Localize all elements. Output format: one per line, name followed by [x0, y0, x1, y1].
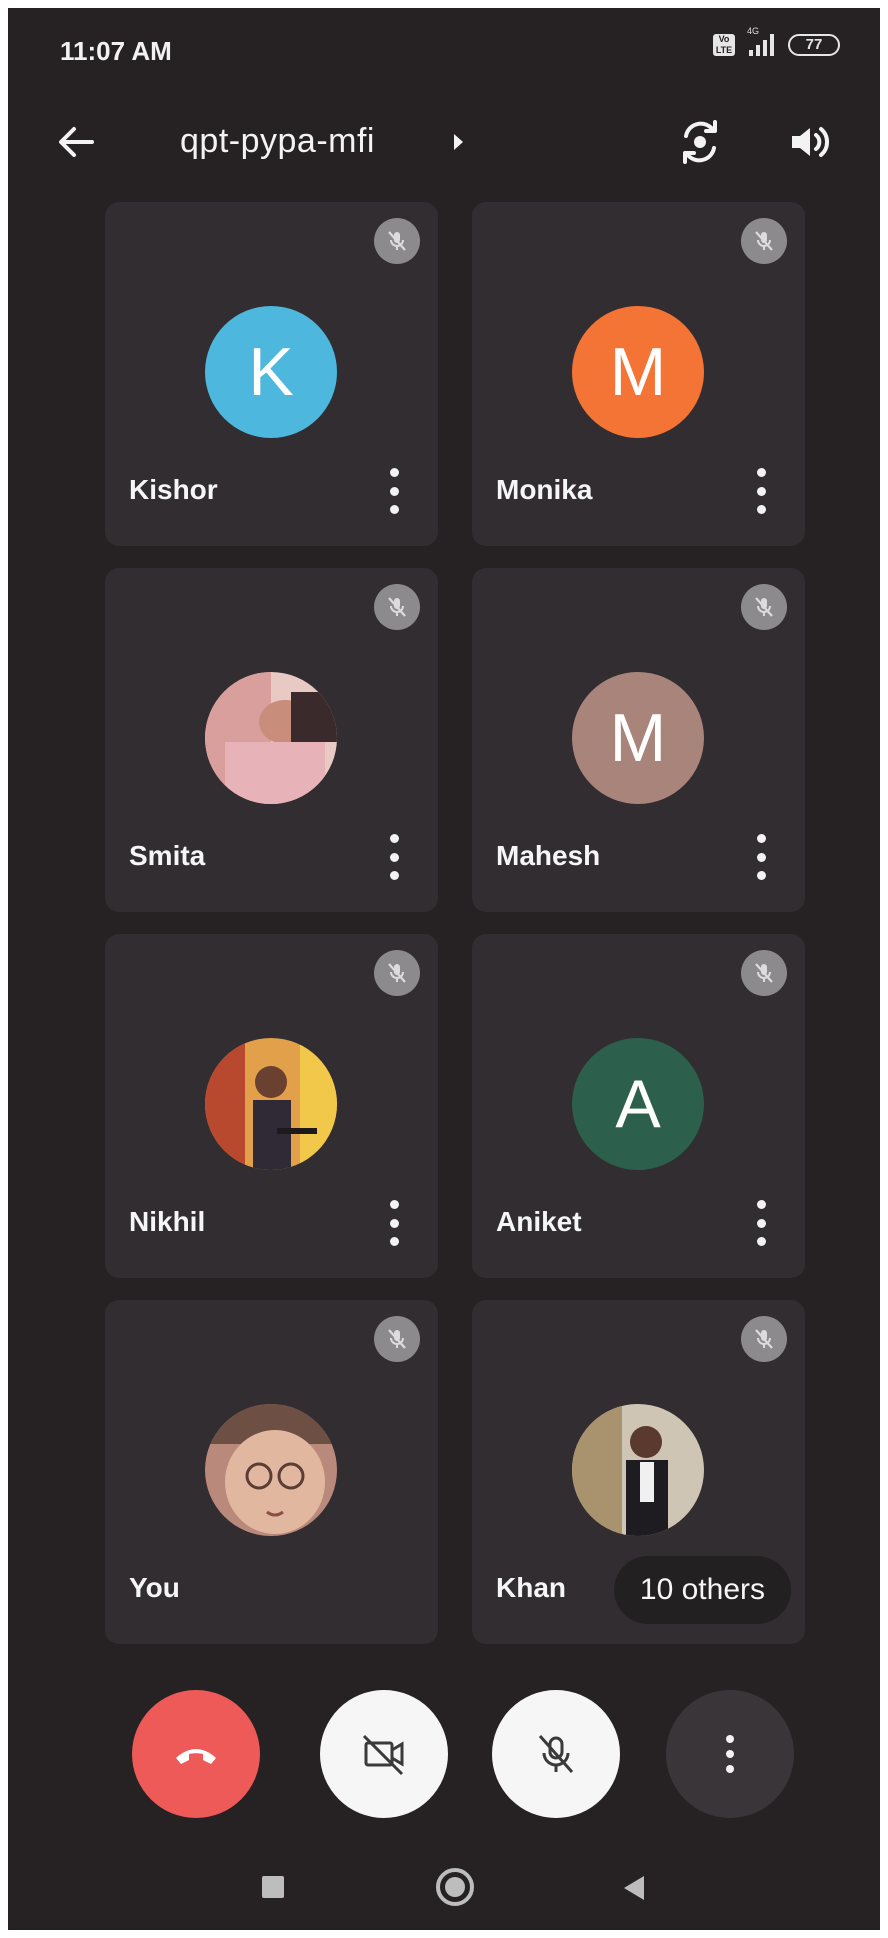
avatar-photo [572, 1404, 704, 1536]
system-back-icon[interactable] [624, 1876, 644, 1900]
back-arrow-icon[interactable] [52, 118, 100, 166]
participant-name: Monika [496, 474, 593, 505]
battery-icon: 77 [788, 34, 840, 56]
camera-toggle-button[interactable] [320, 1690, 448, 1818]
participant-tile[interactable]: M Mahesh [472, 568, 805, 912]
avatar-photo [205, 1038, 337, 1170]
participant-tile[interactable]: M Monika [472, 202, 805, 546]
participant-name: Smita [129, 840, 206, 871]
mic-off-icon [538, 1735, 574, 1773]
speaker-icon[interactable] [784, 116, 836, 168]
avatar: A [572, 1038, 704, 1170]
mic-off-icon [741, 950, 787, 996]
mic-off-icon [374, 584, 420, 630]
switch-camera-icon[interactable] [674, 116, 726, 168]
mic-off-icon [741, 218, 787, 264]
avatar-photo [205, 1404, 337, 1536]
system-nav-bar [8, 1854, 880, 1930]
mic-off-icon [741, 584, 787, 630]
call-header: qpt-pypa-mfi [8, 104, 880, 184]
more-options-button[interactable] [666, 1690, 794, 1818]
avatar-photo [205, 672, 337, 804]
mic-off-icon [741, 1316, 787, 1362]
camera-off-icon [362, 1734, 404, 1776]
participant-tile[interactable]: A Aniket [472, 934, 805, 1278]
participant-name: Mahesh [496, 840, 601, 871]
participant-name: Nikhil [129, 1206, 206, 1237]
status-bar: 11:07 AM Vo LTE 4G 77 [8, 8, 880, 108]
more-vert-icon[interactable] [755, 834, 767, 880]
volte-icon: Vo LTE [713, 34, 735, 56]
end-call-button[interactable] [132, 1690, 260, 1818]
more-vert-icon[interactable] [388, 1200, 400, 1246]
more-vert-icon[interactable] [388, 468, 400, 514]
participant-tile[interactable]: Smita [105, 568, 438, 912]
avatar: M [572, 672, 704, 804]
participant-name: Khan [496, 1572, 566, 1603]
more-vert-icon[interactable] [388, 834, 400, 880]
call-controls [8, 1690, 880, 1820]
more-vert-icon[interactable] [755, 1200, 767, 1246]
participant-tile[interactable]: K Kishor [105, 202, 438, 546]
participant-name: Aniket [496, 1206, 582, 1237]
participant-tile[interactable]: Nikhil [105, 934, 438, 1278]
mic-toggle-button[interactable] [492, 1690, 620, 1818]
participant-name: You [129, 1572, 180, 1603]
hang-up-icon [176, 1749, 216, 1764]
participant-name: Kishor [129, 474, 218, 505]
others-count-button[interactable]: 10 others [613, 1556, 791, 1624]
meeting-code[interactable]: qpt-pypa-mfi [180, 122, 375, 161]
avatar: M [572, 306, 704, 438]
more-vert-icon[interactable] [755, 468, 767, 514]
caret-right-icon[interactable] [454, 134, 463, 150]
avatar: K [205, 306, 337, 438]
status-time: 11:07 AM [60, 36, 172, 66]
participant-tile[interactable]: Khan 10 others [472, 1300, 805, 1644]
mic-off-icon [374, 1316, 420, 1362]
mic-off-icon [374, 950, 420, 996]
signal-icon: 4G [747, 26, 774, 56]
home-icon[interactable] [436, 1868, 474, 1906]
participant-tile-self[interactable]: You [105, 1300, 438, 1644]
recents-icon[interactable] [262, 1876, 284, 1898]
network-type: 4G [747, 26, 760, 36]
more-vert-icon [726, 1735, 734, 1773]
mic-off-icon [374, 218, 420, 264]
status-icons: Vo LTE 4G 77 [713, 26, 840, 56]
meet-screen: 11:07 AM Vo LTE 4G 77 qpt-pypa-mfi K Kis… [8, 8, 880, 1930]
